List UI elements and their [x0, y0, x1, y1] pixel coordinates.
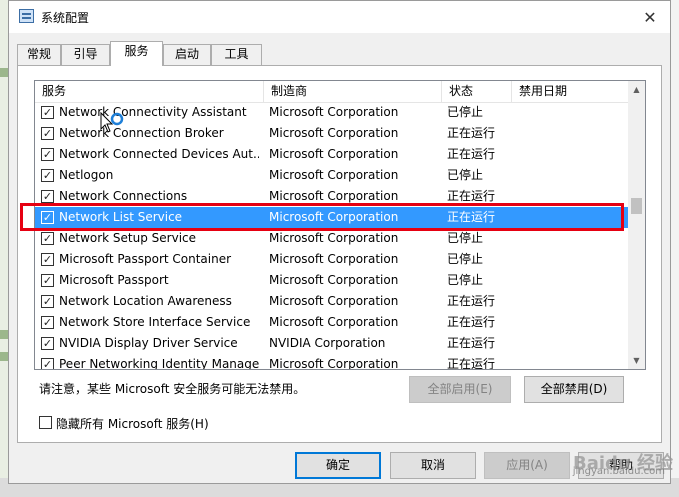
service-vendor: Microsoft Corporation — [269, 294, 399, 308]
service-status: 正在运行 — [447, 126, 496, 140]
service-checkbox[interactable]: ✓ — [41, 253, 54, 266]
service-checkbox[interactable]: ✓ — [41, 106, 54, 119]
service-checkbox[interactable]: ✓ — [41, 148, 54, 161]
service-vendor: Microsoft Corporation — [269, 357, 399, 370]
table-row[interactable]: ✓ Microsoft Passport Microsoft Corporati… — [35, 270, 629, 291]
service-vendor: Microsoft Corporation — [269, 315, 399, 329]
service-status: 已停止 — [447, 231, 484, 245]
table-row[interactable]: ✓ Microsoft Passport Container Microsoft… — [35, 249, 629, 270]
service-name: Network Connected Devices Aut... — [59, 147, 259, 161]
service-vendor: Microsoft Corporation — [269, 147, 399, 161]
table-row[interactable]: ✓ Network Store Interface Service Micros… — [35, 312, 629, 333]
table-row[interactable]: ✓ Netlogon Microsoft Corporation 已停止 — [35, 165, 629, 186]
apply-button[interactable]: 应用(A) — [484, 452, 570, 479]
red-highlight-box — [20, 203, 624, 231]
service-checkbox[interactable]: ✓ — [41, 190, 54, 203]
vertical-scrollbar[interactable]: ▲ ▼ — [628, 81, 645, 369]
column-header-disabled-date[interactable]: 禁用日期 — [512, 81, 629, 102]
close-button[interactable]: ✕ — [630, 1, 670, 33]
notice-text: 请注意，某些 Microsoft 安全服务可能无法禁用。 — [39, 382, 306, 396]
watermark-url: jingyan.baidu.com — [572, 466, 665, 477]
table-row[interactable]: ✓ Network Location Awareness Microsoft C… — [35, 291, 629, 312]
service-vendor: Microsoft Corporation — [269, 168, 399, 182]
service-status: 正在运行 — [447, 357, 496, 370]
mouse-cursor-busy-icon — [100, 111, 124, 133]
service-checkbox[interactable]: ✓ — [41, 169, 54, 182]
service-status: 已停止 — [447, 273, 484, 287]
service-vendor: Microsoft Corporation — [269, 231, 399, 245]
service-checkbox[interactable]: ✓ — [41, 232, 54, 245]
service-status: 正在运行 — [447, 336, 496, 350]
column-header-service[interactable]: 服务 — [35, 81, 264, 102]
service-name: Network Store Interface Service — [59, 315, 251, 329]
title-bar: 系统配置 ✕ — [9, 1, 670, 33]
tab-startup[interactable]: 启动 — [163, 44, 211, 65]
services-rows: ✓ Network Connectivity Assistant Microso… — [35, 102, 629, 370]
service-status: 正在运行 — [447, 294, 496, 308]
service-checkbox[interactable]: ✓ — [41, 127, 54, 140]
enable-all-button[interactable]: 全部启用(E) — [409, 376, 511, 403]
service-status: 已停止 — [447, 105, 484, 119]
service-name: Microsoft Passport — [59, 273, 169, 287]
services-list-header: 服务 制造商 状态 禁用日期 — [35, 81, 629, 103]
window-title: 系统配置 — [41, 11, 90, 25]
tab-tools[interactable]: 工具 — [211, 44, 262, 65]
table-row[interactable]: ✓ Peer Networking Identity Manager Micro… — [35, 354, 629, 370]
column-header-vendor[interactable]: 制造商 — [264, 81, 442, 102]
service-checkbox[interactable]: ✓ — [41, 316, 54, 329]
service-name: Network Location Awareness — [59, 294, 232, 308]
service-checkbox[interactable]: ✓ — [41, 337, 54, 350]
cancel-button[interactable]: 取消 — [390, 452, 476, 479]
service-checkbox[interactable]: ✓ — [41, 295, 54, 308]
service-name: Network Connectivity Assistant — [59, 105, 247, 119]
scrollbar-thumb[interactable] — [631, 198, 642, 214]
service-checkbox[interactable]: ✓ — [41, 274, 54, 287]
hide-ms-services-label: 隐藏所有 Microsoft 服务(H) — [56, 417, 209, 431]
service-name: Network Connection Broker — [59, 126, 224, 140]
service-name: Microsoft Passport Container — [59, 252, 232, 266]
tab-services[interactable]: 服务 — [110, 41, 163, 66]
system-config-dialog: 系统配置 ✕ 常规 引导 服务 启动 工具 服务 制造商 状态 禁用日期 ✓ N… — [8, 0, 671, 484]
service-name: Network Setup Service — [59, 231, 197, 245]
table-row[interactable]: ✓ Network Setup Service Microsoft Corpor… — [35, 228, 629, 249]
service-vendor: NVIDIA Corporation — [269, 336, 386, 350]
service-status: 已停止 — [447, 168, 484, 182]
tab-boot[interactable]: 引导 — [61, 44, 110, 65]
tab-general[interactable]: 常规 — [17, 44, 61, 65]
service-name: Peer Networking Identity Manager — [59, 357, 259, 370]
service-vendor: Microsoft Corporation — [269, 273, 399, 287]
close-icon: ✕ — [643, 7, 657, 27]
service-vendor: Microsoft Corporation — [269, 252, 399, 266]
ok-button[interactable]: 确定 — [295, 452, 381, 479]
scroll-down-icon[interactable]: ▼ — [628, 352, 645, 369]
service-name: Netlogon — [59, 168, 114, 182]
disable-all-button[interactable]: 全部禁用(D) — [524, 376, 624, 403]
service-status: 正在运行 — [447, 147, 496, 161]
service-status: 已停止 — [447, 252, 484, 266]
service-name: NVIDIA Display Driver Service — [59, 336, 238, 350]
column-header-status[interactable]: 状态 — [442, 81, 512, 102]
service-checkbox[interactable]: ✓ — [41, 358, 54, 369]
table-row[interactable]: ✓ NVIDIA Display Driver Service NVIDIA C… — [35, 333, 629, 354]
service-vendor: Microsoft Corporation — [269, 126, 399, 140]
scroll-up-icon[interactable]: ▲ — [628, 81, 645, 98]
hide-ms-services-checkbox[interactable] — [39, 416, 52, 429]
system-config-icon — [19, 9, 34, 23]
service-vendor: Microsoft Corporation — [269, 105, 399, 119]
service-status: 正在运行 — [447, 315, 496, 329]
table-row[interactable]: ✓ Network Connected Devices Aut... Micro… — [35, 144, 629, 165]
